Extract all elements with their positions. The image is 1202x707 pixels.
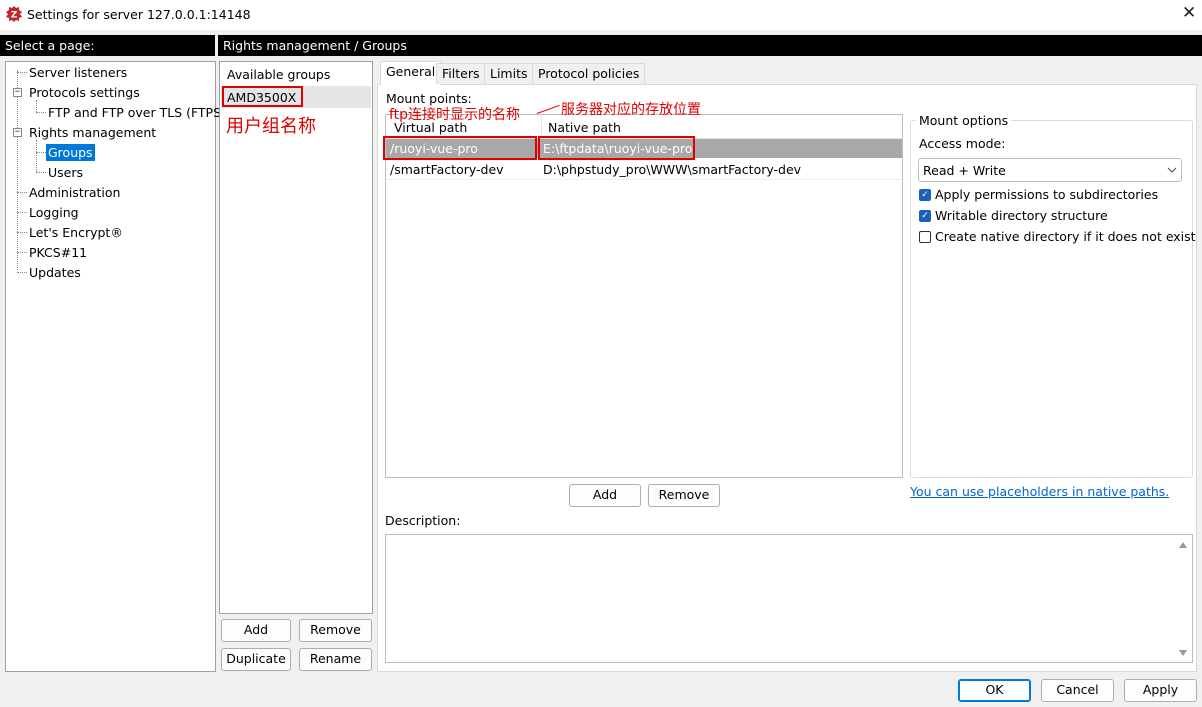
tab-filters[interactable]: Filters: [436, 63, 486, 84]
tree-item-users[interactable]: Users: [48, 165, 83, 180]
page-tree[interactable]: Server listeners − Protocols settings FT…: [5, 61, 226, 672]
description-textarea[interactable]: [385, 534, 1193, 663]
filezilla-icon: Z: [6, 6, 22, 22]
groups-list-title: Available groups: [227, 67, 331, 82]
chevron-down-icon: [1167, 167, 1177, 173]
column-native-path[interactable]: Native path: [548, 120, 621, 135]
annotation-virtual-path: ftp连接时显示的名称: [389, 107, 521, 123]
annotation-box-virtual: [383, 136, 537, 160]
scroll-down-icon[interactable]: [1178, 649, 1188, 657]
access-mode-label: Access mode:: [919, 136, 1006, 151]
remove-group-button[interactable]: Remove: [299, 619, 372, 642]
tree-item-server-listeners[interactable]: Server listeners: [29, 65, 127, 80]
check-icon[interactable]: ✓: [919, 210, 931, 222]
cancel-button[interactable]: Cancel: [1041, 679, 1114, 702]
placeholders-link[interactable]: You can use placeholders in native paths…: [910, 484, 1169, 499]
left-pane-header: Select a page:: [0, 35, 215, 56]
tree-item-administration[interactable]: Administration: [29, 185, 120, 200]
add-group-button[interactable]: Add: [221, 619, 291, 642]
groups-list[interactable]: Available groups AMD3500X: [219, 61, 373, 614]
tree-item-updates[interactable]: Updates: [29, 265, 81, 280]
tree-item-lets-encrypt[interactable]: Let's Encrypt®: [29, 225, 123, 240]
table-cell-native[interactable]: D:\phpstudy_pro\WWW\smartFactory-dev: [543, 162, 801, 177]
tree-item-ftp-ftps[interactable]: FTP and FTP over TLS (FTPS): [48, 105, 226, 120]
mount-options-title: Mount options: [916, 113, 1012, 128]
tree-item-pkcs11[interactable]: PKCS#11: [29, 245, 87, 260]
tree-item-groups[interactable]: Groups: [46, 144, 95, 161]
duplicate-group-button[interactable]: Duplicate: [221, 648, 291, 671]
tree-item-rights-management[interactable]: Rights management: [29, 125, 156, 140]
tree-item-logging[interactable]: Logging: [29, 205, 79, 220]
ok-button[interactable]: OK: [958, 679, 1031, 702]
create-native-dir-label[interactable]: Create native directory if it does not e…: [935, 229, 1196, 244]
table-cell-virtual[interactable]: /smartFactory-dev: [390, 162, 504, 177]
tab-general[interactable]: General: [380, 61, 442, 85]
close-icon[interactable]: ✕: [1182, 3, 1196, 23]
scroll-up-icon[interactable]: [1178, 541, 1188, 549]
window-title: Settings for server 127.0.0.1:14148: [27, 7, 251, 22]
tree-item-protocols-settings[interactable]: Protocols settings: [29, 85, 140, 100]
annotation-box-native: [538, 136, 695, 160]
apply-button[interactable]: Apply: [1124, 679, 1197, 702]
writable-structure-label[interactable]: Writable directory structure: [935, 208, 1108, 223]
page-header: Rights management / Groups: [218, 35, 1202, 56]
collapse-icon[interactable]: −: [13, 88, 22, 97]
rename-group-button[interactable]: Rename: [299, 648, 372, 671]
annotation-group-name: 用户组名称: [226, 116, 316, 137]
access-mode-select[interactable]: Read + Write: [918, 158, 1182, 182]
annotation-box-group: [222, 86, 303, 107]
check-icon[interactable]: ✓: [919, 189, 931, 201]
access-mode-value: Read + Write: [923, 163, 1006, 178]
mount-points-table[interactable]: Virtual path Native path /ruoyi-vue-pro …: [385, 114, 903, 478]
collapse-icon[interactable]: −: [13, 128, 22, 137]
remove-mount-button[interactable]: Remove: [648, 484, 720, 507]
annotation-native-path: 服务器对应的存放位置: [561, 102, 701, 118]
svg-text:Z: Z: [11, 11, 18, 21]
add-mount-button[interactable]: Add: [569, 484, 641, 507]
unchecked-checkbox[interactable]: [919, 231, 931, 243]
description-label: Description:: [385, 513, 461, 528]
apply-permissions-label[interactable]: Apply permissions to subdirectories: [935, 187, 1158, 202]
tab-limits[interactable]: Limits: [484, 63, 534, 84]
tab-protocol-policies[interactable]: Protocol policies: [532, 63, 646, 84]
